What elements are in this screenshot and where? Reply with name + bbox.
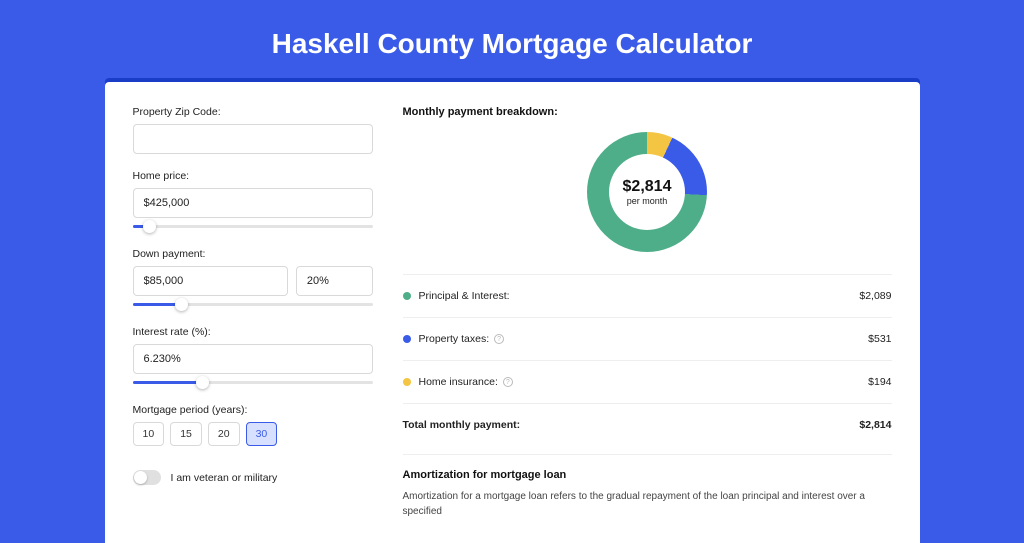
page-title: Haskell County Mortgage Calculator (0, 0, 1024, 82)
breakdown-row-principal: Principal & Interest: $2,089 (403, 283, 892, 309)
slider-fill (133, 381, 203, 384)
home-price-label: Home price: (133, 170, 373, 182)
breakdown-heading: Monthly payment breakdown: (403, 106, 892, 118)
breakdown-value: $531 (868, 333, 891, 345)
period-btn-20[interactable]: 20 (208, 422, 240, 446)
toggle-knob (134, 471, 147, 484)
period-label: Mortgage period (years): (133, 404, 373, 416)
breakdown-value: $2,089 (859, 290, 891, 302)
breakdown-label: Property taxes: (419, 333, 490, 345)
form-column: Property Zip Code: Home price: Down paym… (133, 106, 373, 519)
veteran-row: I am veteran or military (133, 470, 373, 485)
help-icon[interactable]: ? (494, 334, 504, 344)
breakdown-label: Home insurance: (419, 376, 498, 388)
divider (403, 403, 892, 404)
period-btn-15[interactable]: 15 (170, 422, 202, 446)
veteran-label: I am veteran or military (171, 472, 278, 484)
donut-subtext: per month (627, 196, 668, 206)
donut-chart: $2,814 per month (587, 132, 707, 252)
breakdown-row-insurance: Home insurance: ? $194 (403, 369, 892, 395)
total-value: $2,814 (859, 419, 891, 431)
breakdown-row-total: Total monthly payment: $2,814 (403, 412, 892, 438)
period-btn-10[interactable]: 10 (133, 422, 165, 446)
rate-label: Interest rate (%): (133, 326, 373, 338)
period-btn-30[interactable]: 30 (246, 422, 278, 446)
down-payment-label: Down payment: (133, 248, 373, 260)
slider-fill (133, 303, 181, 306)
zip-field: Property Zip Code: (133, 106, 373, 154)
period-field: Mortgage period (years): 10 15 20 30 (133, 404, 373, 446)
slider-thumb[interactable] (175, 298, 188, 311)
legend-dot-blue (403, 335, 411, 343)
home-price-slider[interactable] (133, 222, 373, 232)
rate-input[interactable] (133, 344, 373, 374)
slider-thumb[interactable] (196, 376, 209, 389)
down-payment-pct-input[interactable] (296, 266, 373, 296)
amortization-text: Amortization for a mortgage loan refers … (403, 489, 892, 519)
divider (403, 317, 892, 318)
zip-label: Property Zip Code: (133, 106, 373, 118)
home-price-field: Home price: (133, 170, 373, 218)
slider-thumb[interactable] (143, 220, 156, 233)
down-payment-field: Down payment: (133, 248, 373, 296)
donut-value: $2,814 (623, 178, 672, 196)
legend-dot-yellow (403, 378, 411, 386)
divider (403, 274, 892, 275)
help-icon[interactable]: ? (503, 377, 513, 387)
results-column: Monthly payment breakdown: $2,814 per mo… (403, 106, 892, 519)
calculator-card: Property Zip Code: Home price: Down paym… (105, 82, 920, 543)
period-button-group: 10 15 20 30 (133, 422, 373, 446)
total-label: Total monthly payment: (403, 419, 521, 431)
divider (403, 360, 892, 361)
down-payment-slider[interactable] (133, 300, 373, 310)
rate-field: Interest rate (%): (133, 326, 373, 374)
down-payment-input[interactable] (133, 266, 288, 296)
legend-dot-green (403, 292, 411, 300)
breakdown-row-taxes: Property taxes: ? $531 (403, 326, 892, 352)
donut-center: $2,814 per month (587, 132, 707, 252)
amortization-heading: Amortization for mortgage loan (403, 454, 892, 481)
zip-input[interactable] (133, 124, 373, 154)
breakdown-value: $194 (868, 376, 891, 388)
home-price-input[interactable] (133, 188, 373, 218)
veteran-toggle[interactable] (133, 470, 161, 485)
rate-slider[interactable] (133, 378, 373, 388)
breakdown-label: Principal & Interest: (419, 290, 510, 302)
